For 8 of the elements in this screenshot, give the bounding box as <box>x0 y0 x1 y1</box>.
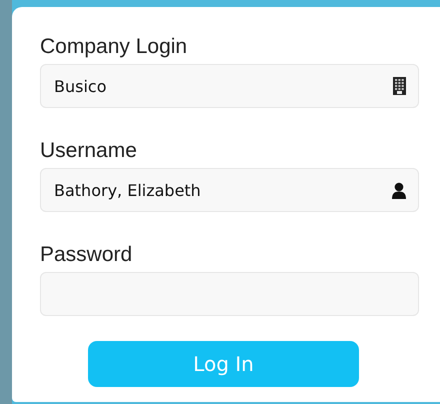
password-field[interactable] <box>40 272 419 316</box>
building-icon <box>393 77 406 95</box>
person-icon <box>392 182 406 198</box>
field-label: Password <box>40 243 134 267</box>
input-field[interactable]: Bathory, Elizabeth <box>40 168 419 212</box>
input-field[interactable]: Busico <box>40 64 419 108</box>
field-label: Username <box>40 139 138 163</box>
field-label: Company Login <box>40 35 188 59</box>
